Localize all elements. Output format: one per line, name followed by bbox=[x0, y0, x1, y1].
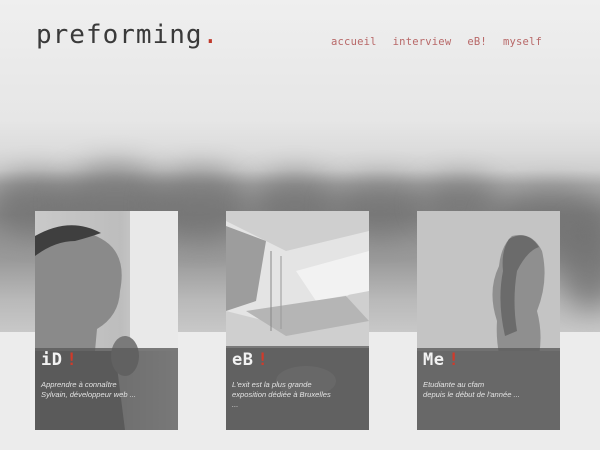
logo-dot: . bbox=[202, 20, 220, 50]
card-title-text: eB bbox=[232, 350, 254, 370]
card-title-accent: ! bbox=[257, 350, 269, 370]
card-desc-line: Sylvain, développeur web ... bbox=[41, 390, 136, 399]
main-nav: accueil interview eB! myself bbox=[331, 36, 542, 48]
card-title-text: Me bbox=[423, 350, 445, 370]
card-desc-line: ... bbox=[232, 400, 239, 409]
nav-interview[interactable]: interview bbox=[393, 36, 452, 48]
card-desc-line: Etudiante au cfam bbox=[423, 380, 485, 389]
card-title: Me! bbox=[423, 350, 459, 370]
nav-eb[interactable]: eB! bbox=[467, 36, 487, 48]
card-desc-line: depuis le début de l'année ... bbox=[423, 390, 520, 399]
logo-text: preforming bbox=[36, 20, 203, 50]
card-title-accent: ! bbox=[448, 350, 460, 370]
card-desc-line: L'exit est la plus grande bbox=[232, 380, 312, 389]
card-description: Etudiante au cfam depuis le début de l'a… bbox=[423, 380, 557, 400]
card-desc-line: exposition dédiée à Bruxelles bbox=[232, 390, 331, 399]
site-logo[interactable]: preforming. bbox=[36, 20, 219, 50]
card-title-text: iD bbox=[41, 350, 63, 370]
card-title-accent: ! bbox=[66, 350, 78, 370]
card-title: eB! bbox=[232, 350, 268, 370]
card-me[interactable]: Me! Etudiante au cfam depuis le début de… bbox=[417, 211, 560, 430]
card-description: Apprendre à connaître Sylvain, développe… bbox=[41, 380, 175, 400]
nav-myself[interactable]: myself bbox=[503, 36, 542, 48]
card-id[interactable]: iD! Apprendre à connaître Sylvain, dével… bbox=[35, 211, 178, 430]
card-description: L'exit est la plus grande exposition déd… bbox=[232, 380, 366, 410]
nav-accueil[interactable]: accueil bbox=[331, 36, 377, 48]
card-desc-line: Apprendre à connaître bbox=[41, 380, 117, 389]
card-title: iD! bbox=[41, 350, 77, 370]
card-eb[interactable]: eB! L'exit est la plus grande exposition… bbox=[226, 211, 369, 430]
